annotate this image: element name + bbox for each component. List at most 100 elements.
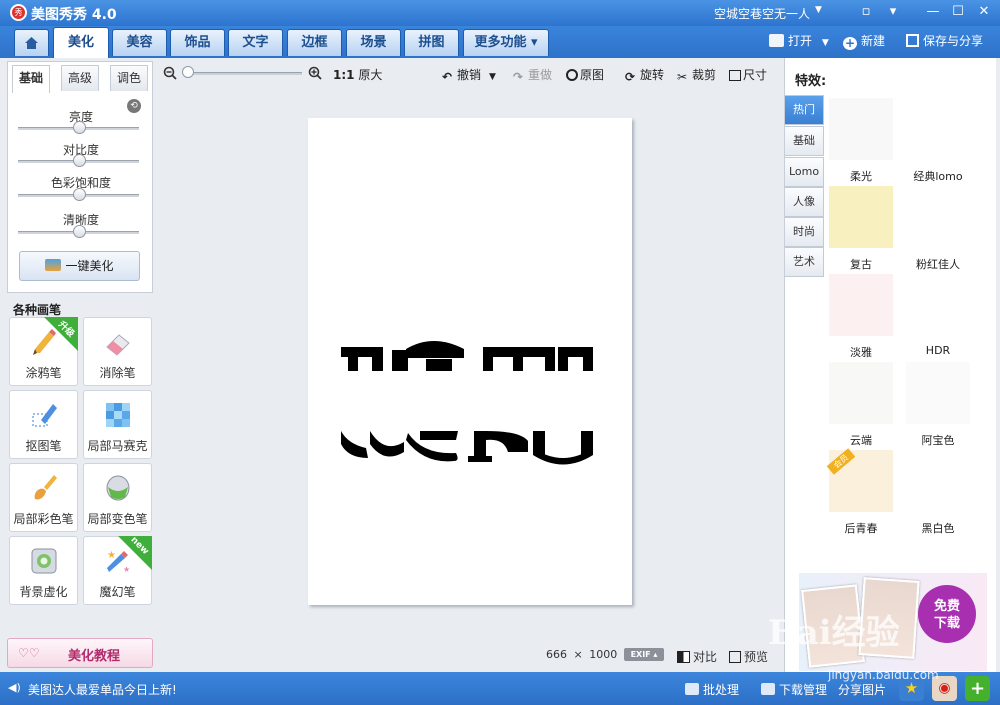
image-width: 666 [546,648,567,661]
rotate-button[interactable]: ⟳ 旋转 [625,66,664,84]
speaker-icon: ◀) [8,681,21,694]
resize-button[interactable]: 尺寸 [729,66,767,83]
brush-local-recolor[interactable]: 局部变色笔 [83,463,152,532]
brush-doodle[interactable]: 涂鸦笔 升级 [9,317,78,386]
redo-button[interactable]: ↷ 重做 [513,66,552,84]
image-canvas[interactable] [308,118,632,605]
left-panel: 基础 高级 调色 ⟲ 亮度 对比度 色彩饱和度 清晰度 一键美化 各种画笔 涂鸦… [7,61,153,671]
tab-decorations[interactable]: 饰品 [170,29,225,56]
effect-elegant[interactable]: 淡雅 [829,274,893,360]
sharpness-knob[interactable] [72,225,86,238]
effect-abao[interactable]: 阿宝色 [906,362,970,448]
preview-button[interactable]: 预览 [729,648,768,665]
watermark-logo: Bai经验 [768,613,900,653]
open-button[interactable]: 打开 ▼ [769,32,829,49]
scissors-icon: ✂ [677,70,688,84]
brush-magic[interactable]: ★ ★ 魔幻笔 new [83,535,152,605]
brush-mosaic[interactable]: 局部马赛克 [83,390,152,459]
effect-hdr[interactable]: HDR [906,274,970,357]
feedback-icon[interactable]: ▫ [856,3,876,21]
original-image-button[interactable]: 原图 [566,66,604,83]
category-fashion[interactable]: 时尚 [785,217,824,247]
preview-icon [729,651,741,663]
download-icon [761,683,775,695]
tab-beautify[interactable]: 美化 [53,27,109,58]
chevron-down-icon[interactable]: ▼ [489,72,496,82]
effect-soft-light[interactable]: 柔光 [829,98,893,184]
beautify-tutorial-button[interactable]: ♡♡ 美化教程 [7,638,153,668]
brush-label: 抠图笔 [25,439,62,453]
tab-face[interactable]: 美容 [112,29,167,56]
effect-thumbnail [906,274,970,336]
effect-cloud[interactable]: 云端 [829,362,893,448]
image-height: 1000 [589,648,618,661]
download-manager-button[interactable]: 下载管理 [761,681,827,698]
brightness-knob[interactable] [72,121,86,134]
tab-more[interactable]: 更多功能 ▾ [463,29,549,56]
category-hot[interactable]: 热门 [785,95,824,125]
effect-thumbnail [906,450,970,512]
tab-frames[interactable]: 边框 [287,29,342,56]
undo-icon: ↶ [442,70,453,84]
effect-black-white[interactable]: 黑白色 [906,450,970,536]
category-lomo[interactable]: Lomo [785,157,824,187]
effect-label: 云端 [850,434,872,447]
new-button[interactable]: + 新建 [843,32,885,50]
category-art[interactable]: 艺术 [785,247,824,277]
subtab-basic[interactable]: 基础 [12,65,50,93]
tab-text[interactable]: 文字 [228,29,283,56]
brush-eraser[interactable]: 消除笔 [83,317,152,386]
effect-label: 经典lomo [913,170,963,183]
effect-label: 复古 [850,258,872,271]
chevron-down-icon[interactable]: ▼ [815,5,822,15]
original-size-button[interactable]: 1:1 原大 [333,66,382,83]
free-download-badge[interactable]: 免费 下载 [918,585,976,643]
tab-home[interactable] [14,29,49,56]
effect-label: 淡雅 [850,346,872,359]
compare-button[interactable]: 对比 [677,648,717,665]
save-share-button[interactable]: 保存与分享 [906,32,983,49]
brush-background-blur[interactable]: 背景虚化 [9,536,78,605]
user-name[interactable]: 空城空巷空无一人 [714,5,810,22]
batch-button[interactable]: 批处理 [685,681,739,698]
new-label: 新建 [861,34,886,48]
zoom-knob[interactable] [182,66,194,78]
close-icon[interactable]: ✕ [974,3,994,21]
zoom-slider[interactable] [185,72,302,75]
brush-local-color[interactable]: 局部彩色笔 [9,463,78,532]
one-click-beautify-button[interactable]: 一键美化 [19,251,140,281]
paint-bucket-icon [106,475,129,501]
subtab-color[interactable]: 调色 [110,65,148,91]
add-icon[interactable]: + [965,676,990,701]
compare-icon [677,651,690,663]
undo-button[interactable]: ↶ 撤销 ▼ [442,66,496,84]
open-label: 打开 [788,34,813,48]
saturation-knob[interactable] [72,188,86,201]
news-ticker[interactable]: 美图达人最爱单品今日上新! [28,681,177,698]
tab-collage[interactable]: 拼图 [404,29,459,56]
home-icon [25,37,38,49]
menu-icon[interactable]: ▾ [883,3,903,21]
share-image-button[interactable]: 分享图片 [838,681,886,698]
undo-label: 撤销 [457,68,482,82]
maximize-icon[interactable]: ☐ [948,3,968,21]
brush-cutout[interactable]: 抠图笔 [9,390,78,459]
zoom-out-icon[interactable] [163,66,177,83]
exif-button[interactable]: EXIF ▴ [624,648,664,661]
contrast-knob[interactable] [72,154,86,167]
category-portrait[interactable]: 人像 [785,187,824,217]
effect-thumbnail [829,274,893,336]
chevron-down-icon[interactable]: ▼ [822,38,829,48]
zoom-in-icon[interactable] [308,66,322,83]
minimize-icon[interactable]: — [923,3,943,21]
tab-scenes[interactable]: 场景 [346,29,401,56]
subtab-advanced[interactable]: 高级 [61,65,99,91]
crop-button[interactable]: ✂ 裁剪 [677,66,716,84]
effect-post-youth[interactable]: 会员 后青春 [826,448,893,536]
effect-classic-lomo[interactable]: 经典lomo [906,98,970,184]
brush-label: 涂鸦笔 [25,366,62,380]
effect-pink-lady[interactable]: 粉红佳人 [906,186,970,272]
title-bar: 秀 美图秀秀 4.0 空城空巷空无一人 ▼ ▫ ▾ — ☐ ✕ [0,0,1000,26]
category-basic[interactable]: 基础 [785,126,824,156]
effect-retro[interactable]: 复古 [829,186,893,272]
